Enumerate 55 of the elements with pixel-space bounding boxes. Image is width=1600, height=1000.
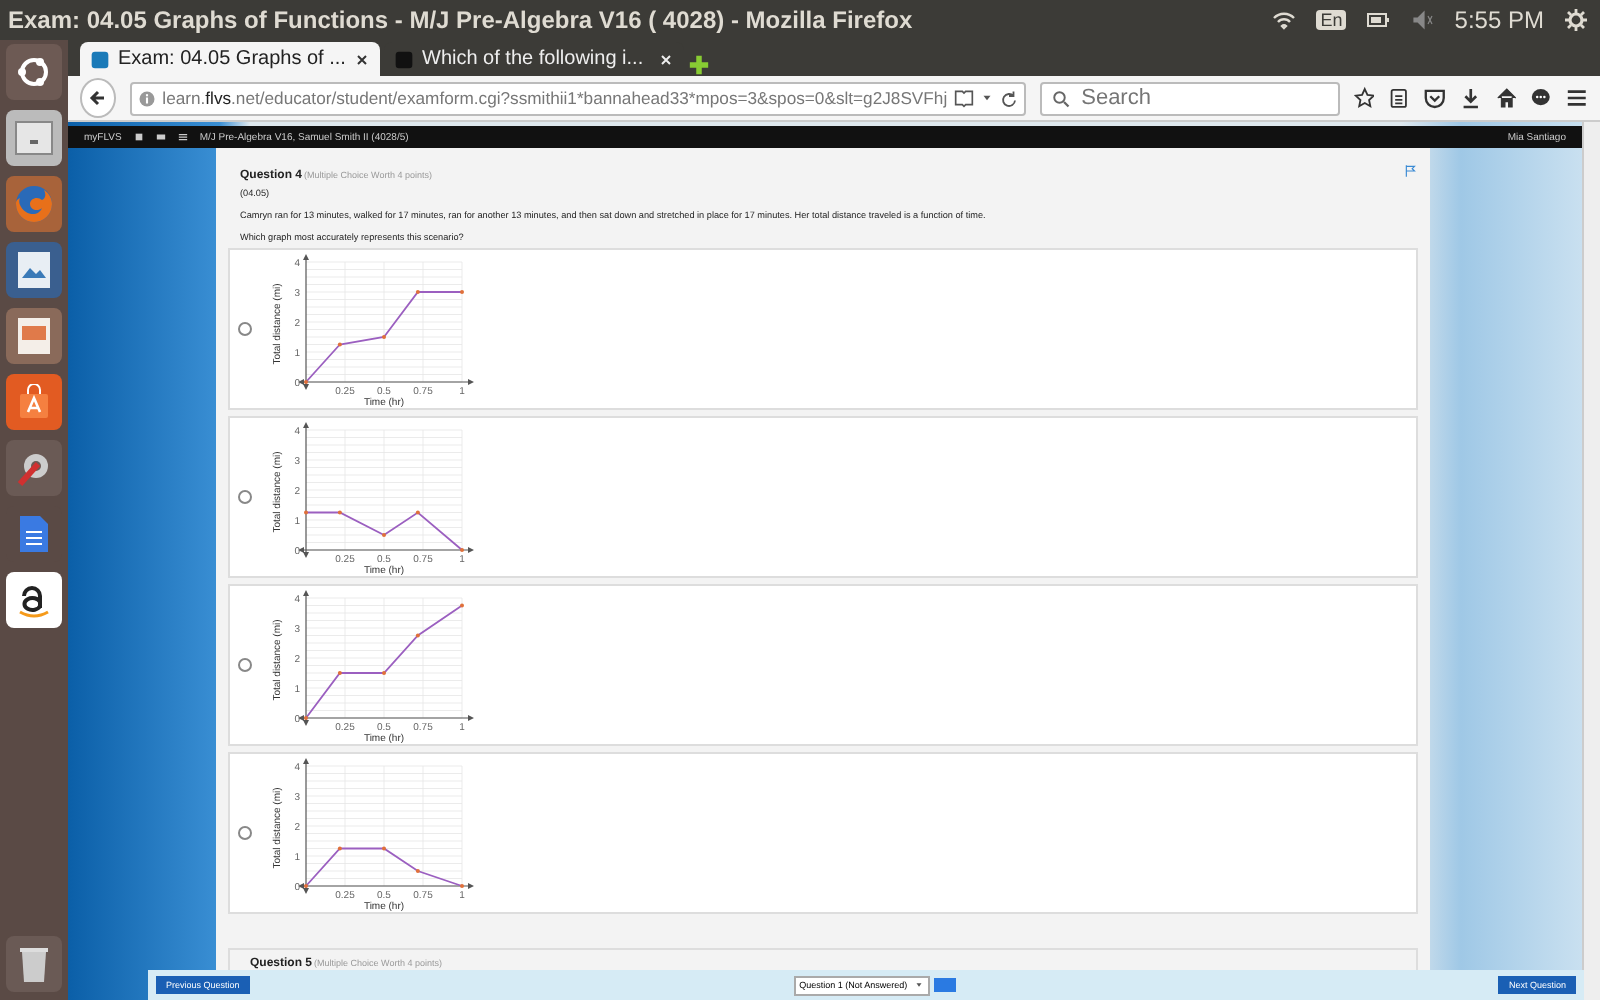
radio-button[interactable] [238, 490, 252, 504]
home-icon[interactable] [1495, 86, 1517, 110]
address-bar[interactable]: learn.flvs.net/educator/student/examform.cgi?ssmithii1*bannahead33*mpos=3&spos=0&slt=g2J8SVFhj [130, 81, 1026, 115]
y-axis [303, 253, 309, 389]
y-axis [303, 421, 309, 557]
y-axis [303, 589, 309, 725]
url-text: learn.flvs.net/educator/student/examform.cgi?ssmithii1*bannahead33*mpos=3&spos=0&slt=g2J8SVFhj [162, 88, 948, 108]
battery-icon[interactable] [1366, 8, 1391, 32]
presentation-icon[interactable] [6, 308, 62, 364]
chat-icon[interactable] [1530, 86, 1553, 110]
data-point [415, 509, 420, 514]
dropdown-icon[interactable] [913, 980, 924, 990]
close-icon[interactable] [354, 51, 370, 67]
browser-tab[interactable]: Exam: 04.05 Graphs of ... [80, 42, 380, 76]
search-field[interactable]: Search [1039, 81, 1340, 115]
wrench-gear-icon[interactable] [6, 440, 62, 496]
trash-icon[interactable] [6, 936, 62, 992]
menu-icon[interactable] [1566, 86, 1588, 110]
volume-icon[interactable] [1410, 8, 1435, 32]
radio-button[interactable] [238, 658, 252, 672]
data-point [415, 632, 420, 637]
ubuntu-logo-icon[interactable] [6, 44, 62, 100]
window-title: Exam: 04.05 Graphs of Functions - M/J Pre-Algebra V16 ( 4028) - Mozilla Firefox [8, 6, 915, 34]
settings-icon[interactable] [1564, 8, 1588, 32]
tab-favicon-icon [90, 49, 110, 69]
data-point [337, 509, 342, 514]
download-icon[interactable] [1459, 86, 1482, 110]
reader-view-icon[interactable] [953, 88, 974, 108]
star-icon[interactable] [1353, 86, 1375, 110]
shopping-bag-icon[interactable] [6, 374, 62, 430]
dropdown-icon[interactable] [979, 90, 994, 106]
list-icon[interactable] [1388, 86, 1411, 110]
data-point [337, 845, 342, 850]
menu-icon[interactable] [177, 132, 188, 142]
pocket-icon[interactable] [1424, 86, 1446, 110]
reload-icon[interactable] [999, 89, 1018, 107]
wifi-icon[interactable] [1272, 8, 1297, 32]
home-icon[interactable] [133, 132, 144, 142]
flag-icon[interactable] [1404, 164, 1418, 178]
y-axis [303, 757, 309, 893]
image-viewer-icon[interactable] [6, 242, 62, 298]
data-point [337, 341, 342, 346]
back-arrow-icon [88, 88, 109, 108]
mail-icon[interactable] [155, 132, 166, 142]
back-button[interactable] [80, 78, 117, 118]
info-icon [138, 89, 157, 107]
new-tab-icon[interactable] [688, 54, 710, 76]
review-button[interactable] [933, 978, 956, 992]
keyboard-indicator[interactable]: En [1316, 10, 1347, 30]
amazon-icon[interactable] [6, 572, 62, 628]
clock-text: 5:55 PM [1454, 6, 1544, 34]
radio-button[interactable] [238, 322, 252, 336]
tab-favicon-icon [394, 49, 414, 69]
file-drawer-icon[interactable] [6, 110, 62, 166]
radio-button[interactable] [238, 826, 252, 840]
